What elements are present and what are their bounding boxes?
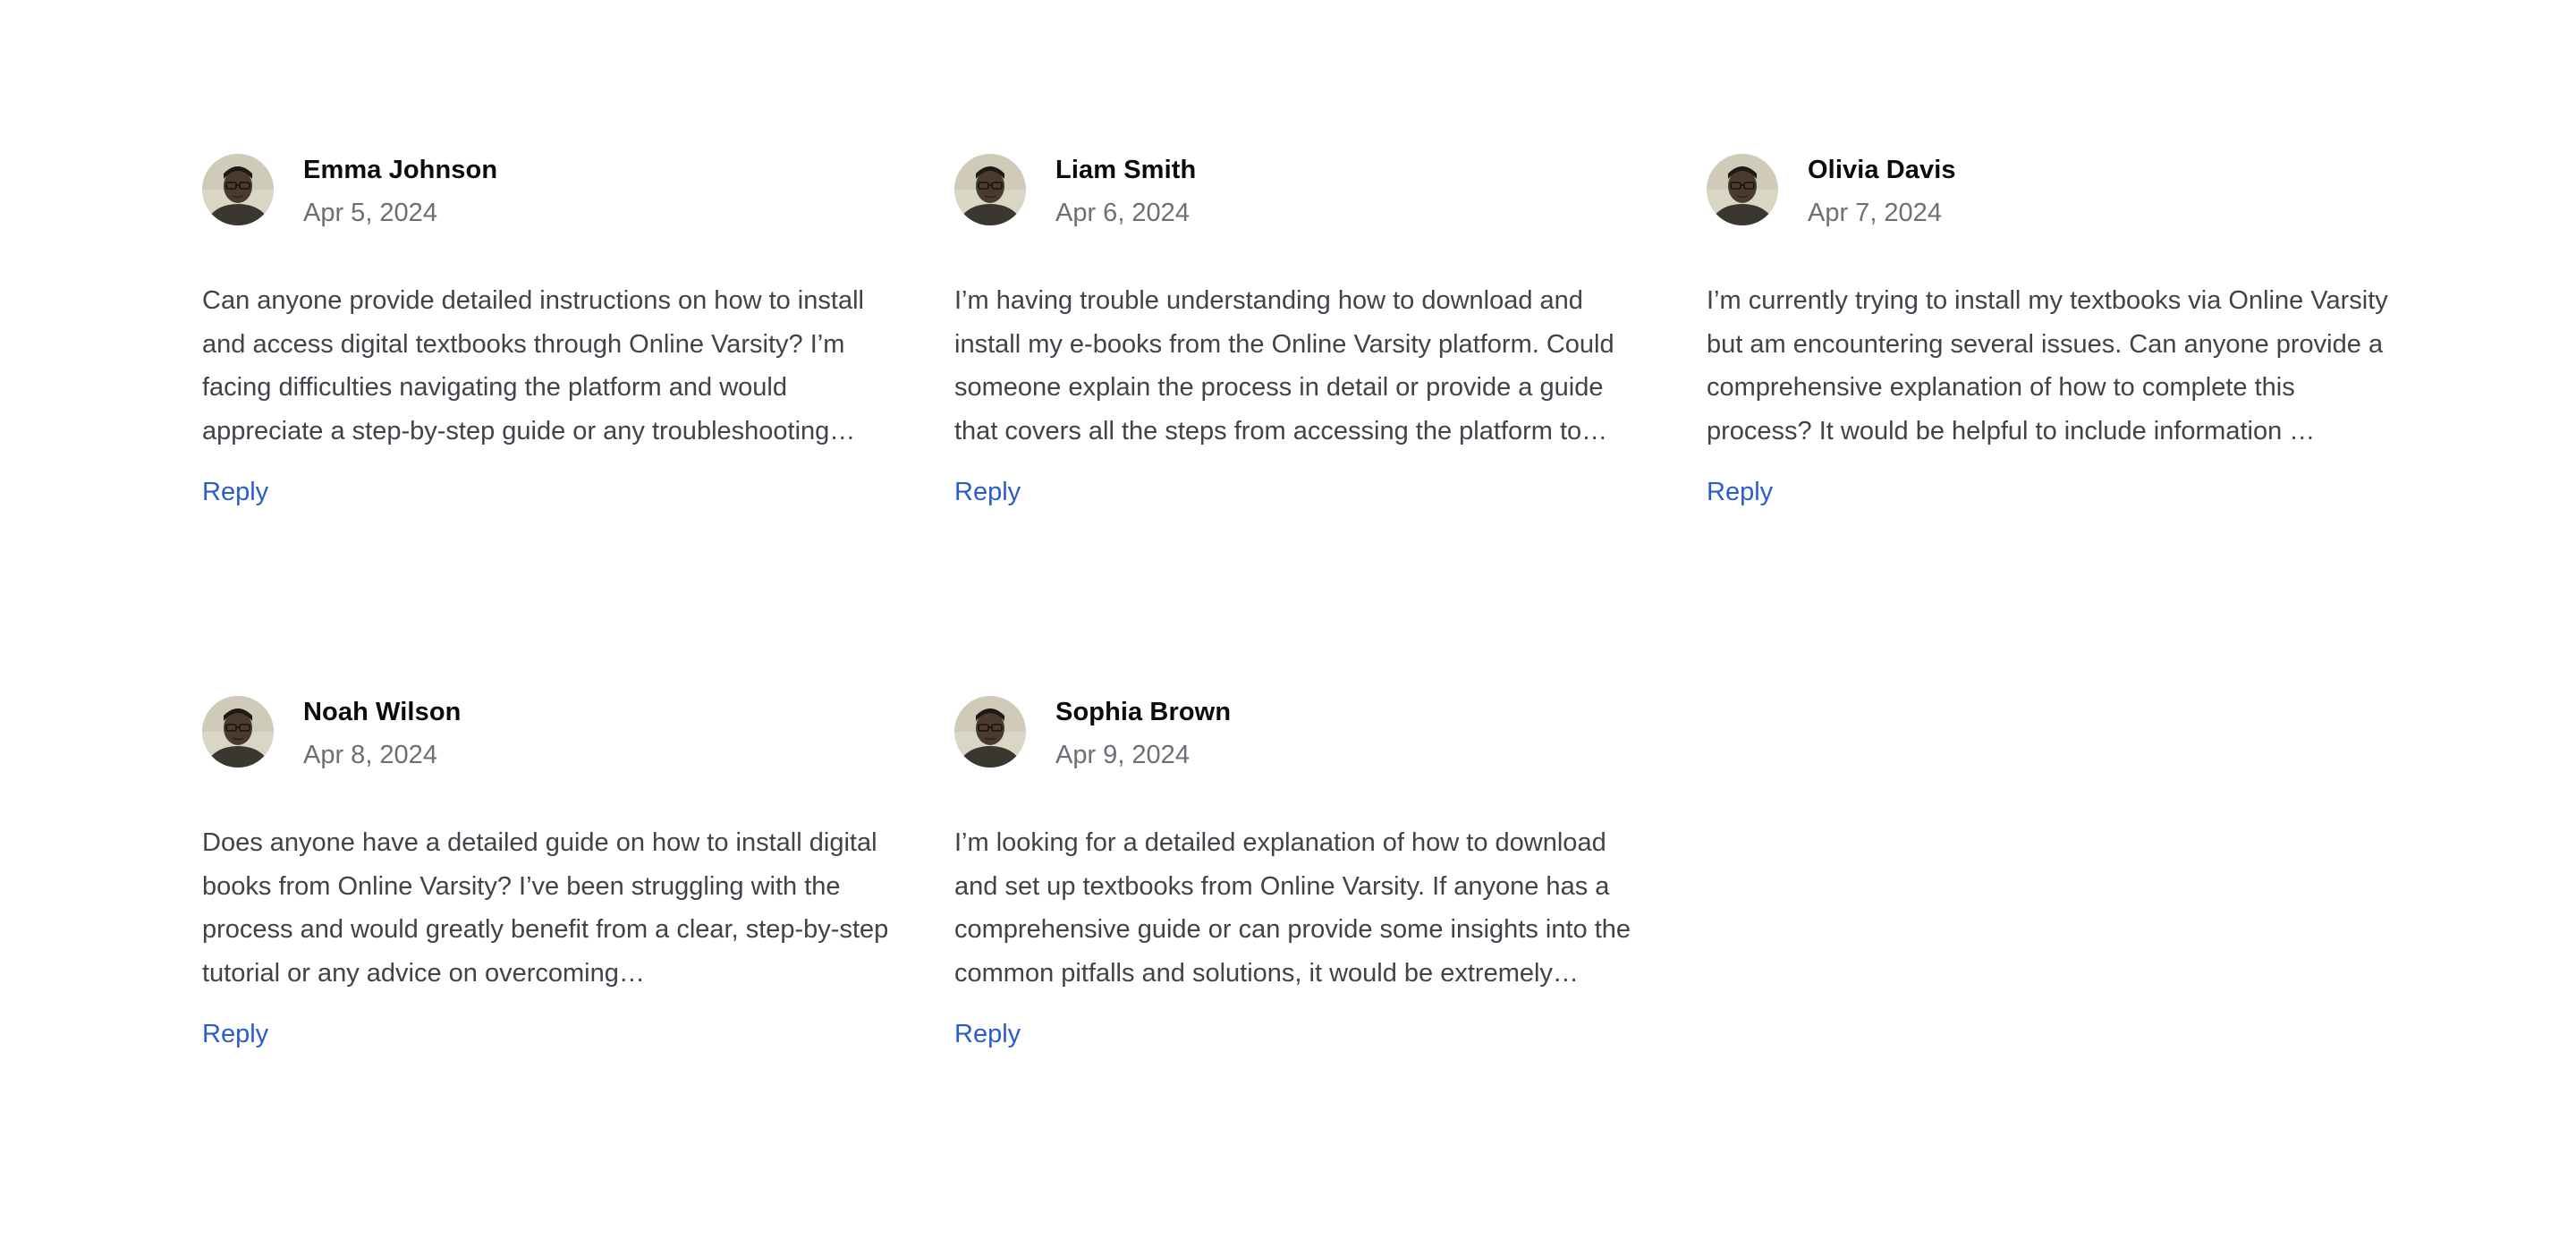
reply-link[interactable]: Reply: [1707, 474, 1773, 510]
comment-date: Apr 6, 2024: [1055, 199, 1190, 227]
reply-link[interactable]: Reply: [954, 1016, 1021, 1052]
user-avatar-icon: [954, 154, 1026, 225]
comment-header: Liam Smith Apr 6, 2024: [954, 152, 1648, 227]
comment-card: Noah Wilson Apr 8, 2024 Does anyone have…: [202, 694, 895, 1066]
comment-date: Apr 8, 2024: [303, 741, 437, 769]
comment-meta: Sophia Brown Apr 9, 2024: [1055, 694, 1231, 773]
comments-grid: Emma Johnson Apr 5, 2024 Can anyone prov…: [202, 152, 2400, 1066]
comment-card: Liam Smith Apr 6, 2024 I’m having troubl…: [954, 152, 1648, 524]
comment-header: Noah Wilson Apr 8, 2024: [202, 694, 895, 769]
comment-meta: Noah Wilson Apr 8, 2024: [303, 694, 461, 773]
user-avatar-icon: [202, 154, 274, 225]
comment-text: I’m currently trying to install my textb…: [1707, 286, 2388, 445]
comment-meta: Emma Johnson Apr 5, 2024: [303, 152, 497, 231]
user-avatar-icon: [202, 696, 274, 768]
user-avatar-icon: [954, 696, 1026, 768]
reply-link[interactable]: Reply: [202, 1016, 268, 1052]
comment-card: Sophia Brown Apr 9, 2024 I’m looking for…: [954, 694, 1648, 1066]
comment-meta: Liam Smith Apr 6, 2024: [1055, 152, 1196, 231]
author-name: Olivia Davis: [1808, 156, 1956, 184]
comment-date: Apr 5, 2024: [303, 199, 437, 227]
comment-text: Does anyone have a detailed guide on how…: [202, 828, 889, 988]
user-avatar-icon: [1707, 154, 1778, 225]
author-name: Sophia Brown: [1055, 698, 1232, 726]
comment-card: Emma Johnson Apr 5, 2024 Can anyone prov…: [202, 152, 895, 524]
author-name: Emma Johnson: [303, 156, 498, 184]
comment-text: I’m having trouble understanding how to …: [954, 286, 1614, 445]
comment-header: Olivia Davis Apr 7, 2024: [1707, 152, 2400, 227]
comment-date: Apr 9, 2024: [1055, 741, 1190, 769]
reply-link[interactable]: Reply: [202, 474, 268, 510]
comment-card: Olivia Davis Apr 7, 2024 I’m currently t…: [1707, 152, 2400, 524]
reply-link[interactable]: Reply: [954, 474, 1021, 510]
comment-header: Emma Johnson Apr 5, 2024: [202, 152, 895, 227]
comment-header: Sophia Brown Apr 9, 2024: [954, 694, 1648, 769]
author-name: Liam Smith: [1055, 156, 1197, 184]
author-name: Noah Wilson: [303, 698, 462, 726]
comment-date: Apr 7, 2024: [1808, 199, 1942, 227]
comment-meta: Olivia Davis Apr 7, 2024: [1808, 152, 1956, 231]
comment-text: I’m looking for a detailed explanation o…: [954, 828, 1631, 988]
comment-text: Can anyone provide detailed instructions…: [202, 286, 864, 445]
